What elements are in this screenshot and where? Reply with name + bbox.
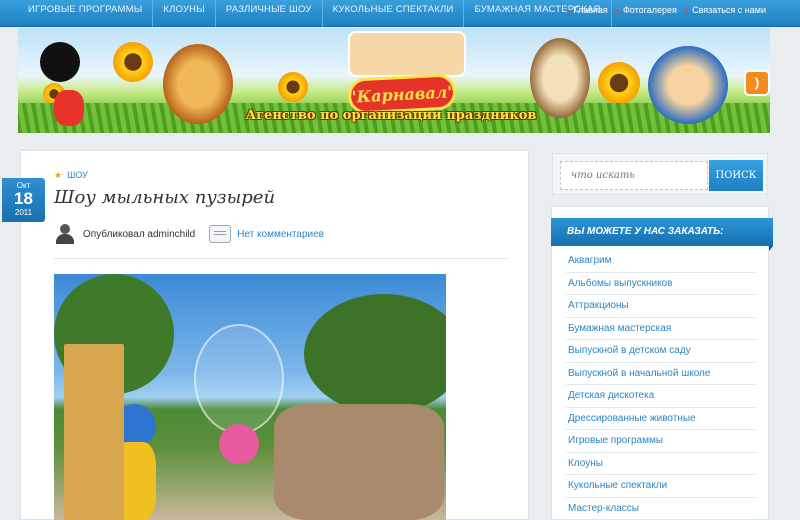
post-author: Опубликовал adminchild [83,228,196,240]
bullet-icon: ● [615,8,620,15]
list-item[interactable]: Выпускной в детском саду [566,340,756,363]
list-item[interactable]: Игровые программы [566,430,756,453]
date-day: 18 [14,189,33,208]
post-title[interactable]: Шоу мыльных пузырей [54,187,275,208]
list-item[interactable]: Детская дискотека [566,385,756,408]
list-item[interactable]: Аквагрим [566,250,756,273]
menu-item-game-programs[interactable]: ИГРОВЫЕ ПРОГРАММЫ [18,0,154,27]
category-label: ШОУ [67,170,88,180]
search-button[interactable]: ПОИСК [709,160,763,191]
list-item[interactable]: Аттракционы [566,295,756,318]
soap-bubble-image [194,324,284,434]
menu-item-shows[interactable]: РАЗЛИЧНЫЕ ШОУ [216,0,323,27]
services-list: Аквагрим Альбомы выпускников Аттракционы… [566,250,756,520]
link-gallery[interactable]: ● Фотогалерея [616,5,677,15]
link-gallery-label: Фотогалерея [622,5,677,15]
post-photo-bubble-show[interactable] [54,274,446,520]
mickey-mouse-image [54,90,84,126]
banner-title-text: "Карнавал" [347,81,457,107]
lion-king-image [163,44,233,124]
menu-item-puppet-shows[interactable]: КУКОЛЬНЫЕ СПЕКТАКЛИ [323,0,465,27]
sunflower-image [278,72,308,102]
post-date-badge: Окт 18 2011 [2,178,45,222]
date-year: 2011 [14,208,33,217]
bullet-icon: ● [566,8,571,15]
asterix-image [648,46,728,124]
divider [54,258,509,259]
comments-link[interactable]: Нет комментариев [237,229,324,240]
clown-image [219,424,259,464]
detective-dog-image [530,38,590,118]
link-home-label: Главная [573,5,608,15]
user-icon [55,224,75,244]
link-contact[interactable]: ● Связаться с нами [685,5,766,15]
sunflower-image [598,62,640,104]
menu-item-clowns[interactable]: КЛОУНЫ [153,0,216,27]
list-item[interactable]: Альбомы выпускников [566,273,756,295]
list-item[interactable]: Дрессированные животные [566,408,756,430]
link-contact-label: Связаться с нами [692,5,766,15]
services-widget-title: ВЫ МОЖЕТЕ У НАС ЗАКАЗАТЬ: [551,218,773,251]
search-input[interactable] [560,161,708,190]
main-menu: ИГРОВЫЕ ПРОГРАММЫ КЛОУНЫ РАЗЛИЧНЫЕ ШОУ К… [18,0,612,27]
sunflower-image [113,42,153,82]
list-item[interactable]: Выпускной в начальной школе [566,363,756,385]
top-navigation: ИГРОВЫЕ ПРОГРАММЫ КЛОУНЫ РАЗЛИЧНЫЕ ШОУ К… [0,0,800,27]
rss-icon[interactable]: ) [744,70,770,96]
mickey-mouse-image [40,42,80,82]
kids-photo-image [348,31,466,77]
children-crowd-image [274,404,444,520]
star-icon: ★ [54,170,63,180]
list-item[interactable]: Бумажная мастерская [566,318,756,340]
secondary-menu: ● Главная ● Фотогалерея ● Связаться с нами [566,0,766,20]
list-item[interactable]: Клоуны [566,453,756,475]
post-meta: Опубликовал adminchild Нет комментариев [55,224,324,244]
header-banner[interactable]: "Карнавал" Агенство по организации празд… [18,28,770,133]
banner-subtitle: Агенство по организации праздников [245,108,537,123]
bullet-icon: ● [684,8,690,15]
playground-image [64,344,124,520]
list-item[interactable]: Мастер-классы [566,498,756,520]
tree-image [304,294,446,414]
link-home[interactable]: ● Главная [566,5,608,15]
post-category[interactable]: ★ ШОУ [54,170,88,181]
list-item[interactable]: Кукольные спектакли [566,475,756,498]
comment-icon [209,225,232,243]
